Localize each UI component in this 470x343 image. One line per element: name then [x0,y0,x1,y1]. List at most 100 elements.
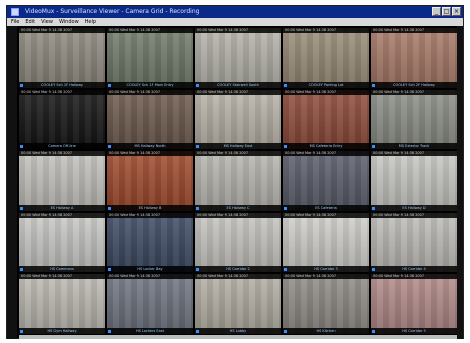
left-panel [7,26,17,339]
menu-edit[interactable]: Edit [25,18,35,26]
horizontal-scrollbar[interactable] [19,335,457,339]
camera-select-indicator[interactable] [372,329,375,333]
camera-tile[interactable]: 00:00 Wed Mar 9 14:38 2007 ES Hallway D [371,151,457,211]
camera-select-indicator[interactable] [20,329,23,333]
camera-label: COOLEY Parking Lot [283,81,369,88]
camera-tile[interactable]: 00:00 Wed Mar 9 14:38 2007 COOLEY Stairwe… [195,28,281,88]
camera-tile[interactable]: 00:00 Wed Mar 9 14:38 2007 HS Corridor 4 [371,212,457,273]
camera-select-indicator[interactable] [372,268,375,272]
camera-tile[interactable]: 00:00 Wed Mar 9 14:38 2007 MS Hallway Eas… [195,89,281,150]
camera-tile[interactable]: 00:00 Wed Mar 9 14:38 2007 COOLEY Sch 2F … [371,28,457,88]
camera-label: HS Kitchen [283,327,369,334]
camera-select-indicator[interactable] [196,145,199,149]
camera-select-indicator[interactable] [284,145,287,149]
menu-help[interactable]: Help [85,18,96,26]
camera-tile[interactable]: 00:00 Wed Mar 9 14:38 2007 HS Corridor 2 [195,212,281,273]
camera-label: MS Hallway North [107,143,193,150]
camera-timestamp: 00:00 Wed Mar 9 14:38 2007 [283,274,369,280]
camera-select-indicator[interactable] [108,83,111,87]
camera-tile[interactable]: 00:00 Wed Mar 9 14:38 2007 HS Lockers Eas… [107,274,193,334]
camera-feed [19,274,105,334]
camera-label: Camera Off-line [19,143,105,150]
camera-select-indicator[interactable] [108,145,111,149]
camera-timestamp: 00:00 Wed Mar 9 14:38 2007 [371,28,457,33]
maximize-button[interactable]: □ [442,7,451,16]
camera-select-indicator[interactable] [372,206,375,210]
camera-label: ES Hallway C [195,204,281,211]
camera-timestamp: 00:00 Wed Mar 9 14:38 2007 [283,89,369,95]
camera-select-indicator[interactable] [108,206,111,210]
camera-tile[interactable]: 00:00 Wed Mar 9 14:38 2007 HS Corridor 5 [371,274,457,334]
menu-bar: File Edit View Window Help [7,18,463,26]
close-button[interactable]: × [452,7,461,16]
camera-timestamp: 00:00 Wed Mar 9 14:38 2007 [195,28,281,33]
camera-timestamp: 00:00 Wed Mar 9 14:38 2007 [19,28,105,33]
camera-feed [195,28,281,88]
minimize-button[interactable]: _ [432,7,441,16]
camera-label: HS Corridor 3 [283,266,369,273]
camera-select-indicator[interactable] [196,329,199,333]
camera-timestamp: 00:00 Wed Mar 9 14:38 2007 [195,151,281,157]
camera-feed [19,212,105,273]
camera-select-indicator[interactable] [20,206,23,210]
title-bar[interactable]: VideoMux - Surveillance Viewer - Camera … [7,6,463,18]
camera-timestamp: 00:00 Wed Mar 9 14:38 2007 [195,212,281,218]
camera-tile[interactable]: 00:00 Wed Mar 9 14:38 2007 COOLEY Parking… [283,28,369,88]
camera-label: HS Commons [19,266,105,273]
menu-view[interactable]: View [41,18,53,26]
camera-tile[interactable]: 00:00 Wed Mar 9 14:38 2007 ES Hallway A [19,151,105,211]
camera-select-indicator[interactable] [20,83,23,87]
camera-select-indicator[interactable] [284,206,287,210]
camera-label: COOLEY Sch 1F Hallway [19,81,105,88]
camera-feed [19,151,105,211]
camera-feed [371,151,457,211]
camera-select-indicator[interactable] [196,206,199,210]
camera-feed [107,28,193,88]
camera-timestamp: 00:00 Wed Mar 9 14:38 2007 [19,212,105,218]
camera-tile[interactable]: 00:00 Wed Mar 9 14:38 2007 HS Lobby [195,274,281,334]
camera-tile[interactable]: 00:00 Wed Mar 9 14:38 2007 Camera Off-lin… [19,89,105,150]
camera-tile[interactable]: 00:00 Wed Mar 9 14:38 2007 ES Hallway C [195,151,281,211]
camera-tile[interactable]: 00:00 Wed Mar 9 14:38 2007 HS Gym Hallway [19,274,105,334]
camera-label: HS Corridor 2 [195,266,281,273]
camera-feed [195,212,281,273]
camera-tile[interactable]: 00:00 Wed Mar 9 14:38 2007 HS Locker Bay [107,212,193,273]
camera-tile[interactable]: 00:00 Wed Mar 9 14:38 2007 MS Cafeteria E… [283,89,369,150]
camera-tile[interactable]: 00:00 Wed Mar 9 14:38 2007 COOLEY Sch 1F … [19,28,105,88]
camera-select-indicator[interactable] [108,329,111,333]
camera-tile[interactable]: 00:00 Wed Mar 9 14:38 2007 HS Kitchen [283,274,369,334]
camera-select-indicator[interactable] [372,83,375,87]
camera-tile[interactable]: 00:00 Wed Mar 9 14:38 2007 HS Commons [19,212,105,273]
camera-select-indicator[interactable] [284,268,287,272]
camera-tile[interactable]: 00:00 Wed Mar 9 14:38 2007 ES Hallway B [107,151,193,211]
camera-tile[interactable]: 00:00 Wed Mar 9 14:38 2007 MS Hallway Nor… [107,89,193,150]
camera-feed [283,89,369,150]
camera-tile[interactable]: 00:00 Wed Mar 9 14:38 2007 COOLEY Sch 1F … [107,28,193,88]
camera-tile[interactable]: 00:00 Wed Mar 9 14:38 2007 HS Corridor 3 [283,212,369,273]
camera-feed [195,89,281,150]
camera-select-indicator[interactable] [196,83,199,87]
camera-select-indicator[interactable] [196,268,199,272]
camera-tile[interactable]: 00:00 Wed Mar 9 14:38 2007 MS Exterior Tr… [371,89,457,150]
camera-label: ES Hallway D [371,204,457,211]
camera-select-indicator[interactable] [108,268,111,272]
camera-select-indicator[interactable] [284,83,287,87]
camera-select-indicator[interactable] [372,145,375,149]
menu-window[interactable]: Window [59,18,79,26]
camera-select-indicator[interactable] [20,145,23,149]
camera-feed [19,28,105,88]
camera-feed [107,212,193,273]
camera-feed [19,89,105,150]
camera-label: MS Cafeteria Entry [283,143,369,150]
right-panel [457,26,463,339]
camera-select-indicator[interactable] [20,268,23,272]
camera-select-indicator[interactable] [284,329,287,333]
camera-feed [371,89,457,150]
camera-feed [107,151,193,211]
menu-file[interactable]: File [11,18,19,26]
camera-label: HS Gym Hallway [19,327,105,334]
app-icon [11,8,19,16]
camera-tile[interactable]: 00:00 Wed Mar 9 14:38 2007 ES Cafeteria [283,151,369,211]
camera-timestamp: 00:00 Wed Mar 9 14:38 2007 [195,274,281,280]
camera-timestamp: 00:00 Wed Mar 9 14:38 2007 [19,274,105,280]
